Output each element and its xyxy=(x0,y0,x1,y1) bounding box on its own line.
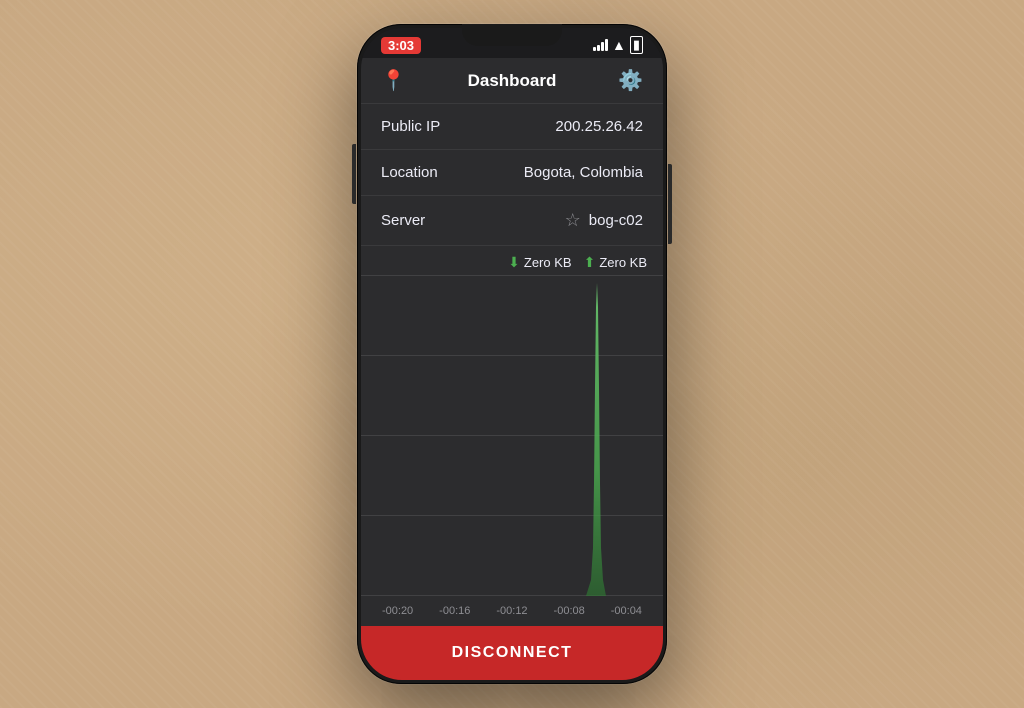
location-row: Location Bogota, Colombia xyxy=(361,150,663,196)
signal-icon xyxy=(593,39,608,51)
arrow-down-icon: ⬇ xyxy=(508,254,520,271)
time-label-1: -00:20 xyxy=(382,605,413,617)
location-value: Bogota, Colombia xyxy=(524,164,643,181)
time-label-3: -00:12 xyxy=(496,605,527,617)
side-button-right xyxy=(668,164,672,244)
location-label: Location xyxy=(381,164,438,181)
status-time: 3:03 xyxy=(381,37,421,54)
chart-section: ⬇ Zero KB ⬆ Zero KB xyxy=(361,246,663,626)
disconnect-button[interactable]: DISCONNECT xyxy=(361,626,663,680)
server-label: Server xyxy=(381,212,425,229)
public-ip-value: 200.25.26.42 xyxy=(555,118,643,135)
phone-screen: 3:03 ▲ ▮ 📍 Dashboard ⚙️ Public IP xyxy=(361,28,663,680)
upload-stat: ⬆ Zero KB xyxy=(584,254,647,271)
public-ip-row: Public IP 200.25.26.42 xyxy=(361,104,663,150)
time-label-4: -00:08 xyxy=(554,605,585,617)
disconnect-label: DISCONNECT xyxy=(452,644,573,661)
status-icons: ▲ ▮ xyxy=(593,36,643,54)
public-ip-label: Public IP xyxy=(381,118,440,135)
time-label-2: -00:16 xyxy=(439,605,470,617)
chart-stats: ⬇ Zero KB ⬆ Zero KB xyxy=(361,246,663,275)
nav-bar: 📍 Dashboard ⚙️ xyxy=(361,58,663,104)
battery-icon: ▮ xyxy=(630,36,643,54)
location-pin-icon[interactable]: 📍 xyxy=(381,68,406,93)
notch xyxy=(462,24,562,46)
chart-svg xyxy=(361,275,663,596)
upload-value: Zero KB xyxy=(599,255,647,270)
settings-icon[interactable]: ⚙️ xyxy=(618,68,643,93)
download-stat: ⬇ Zero KB xyxy=(508,254,571,271)
server-value: bog-c02 xyxy=(589,212,643,229)
chart-labels: -00:20 -00:16 -00:12 -00:08 -00:04 xyxy=(361,596,663,626)
wifi-icon: ▲ xyxy=(612,37,626,53)
info-section: Public IP 200.25.26.42 Location Bogota, … xyxy=(361,104,663,246)
side-button-left xyxy=(352,144,356,204)
star-icon[interactable]: ☆ xyxy=(565,210,581,231)
chart-container: -00:20 -00:16 -00:12 -00:08 -00:04 xyxy=(361,275,663,626)
arrow-up-icon: ⬆ xyxy=(584,254,596,271)
nav-title: Dashboard xyxy=(468,71,557,91)
server-row: Server ☆ bog-c02 xyxy=(361,196,663,246)
time-label-5: -00:04 xyxy=(611,605,642,617)
phone-outer: 3:03 ▲ ▮ 📍 Dashboard ⚙️ Public IP xyxy=(357,24,667,684)
download-value: Zero KB xyxy=(524,255,572,270)
